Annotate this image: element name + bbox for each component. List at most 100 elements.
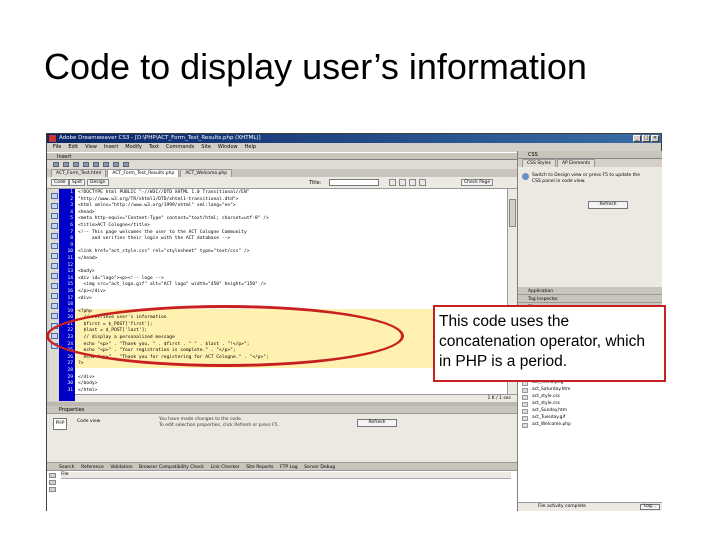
line-number: 31 bbox=[67, 387, 73, 393]
code-line[interactable]: <body> bbox=[75, 269, 507, 276]
info-icon[interactable] bbox=[49, 487, 56, 492]
code-line[interactable]: <link href="act_style.css" rel="styleshe… bbox=[75, 249, 507, 256]
code-line[interactable]: and verifies their login with the ACT da… bbox=[75, 236, 507, 243]
minimize-button[interactable]: _ bbox=[633, 135, 641, 142]
toolbar-icon[interactable] bbox=[113, 162, 119, 167]
toolbar-icon[interactable] bbox=[63, 162, 69, 167]
line-number: 1 bbox=[70, 190, 73, 195]
file-list-item[interactable]: act_Saturday.htm bbox=[532, 387, 570, 393]
line-numbers-icon[interactable] bbox=[51, 253, 58, 259]
refresh-icon[interactable] bbox=[409, 179, 416, 186]
view-options-icon[interactable] bbox=[419, 179, 426, 186]
file-list-item[interactable]: act_Sunday.htm bbox=[532, 408, 567, 414]
css-panel-title: CSS bbox=[528, 152, 538, 158]
toolbar-icon[interactable] bbox=[103, 162, 109, 167]
info-icon bbox=[522, 173, 529, 180]
menu-edit[interactable]: Edit bbox=[68, 143, 78, 151]
menu-file[interactable]: File bbox=[53, 143, 61, 151]
play-icon[interactable] bbox=[49, 473, 56, 478]
wrap-tag-icon[interactable] bbox=[51, 293, 58, 299]
css-refresh-button[interactable]: Refresh bbox=[588, 201, 628, 209]
open-documents-icon[interactable] bbox=[51, 193, 58, 199]
code-line[interactable]: <title>ACT Cologne</title> bbox=[75, 223, 507, 230]
document-status-bar: 1 K / 1 sec bbox=[75, 394, 517, 402]
tag-inspector-panel-header[interactable]: Tag Inspector bbox=[518, 295, 662, 303]
line-number: 28 bbox=[67, 368, 73, 374]
file-management-icon[interactable] bbox=[389, 179, 396, 186]
line-number: 5 bbox=[70, 216, 73, 222]
properties-refresh-button[interactable]: Refresh bbox=[357, 419, 397, 427]
code-line[interactable]: <html xmlns="http://www.w3.org/1999/xhtm… bbox=[75, 203, 507, 210]
application-panel-header[interactable]: Application bbox=[518, 287, 662, 295]
results-panel: File bbox=[47, 470, 517, 511]
title-label: Title: bbox=[309, 180, 322, 186]
collapse-tag-icon[interactable] bbox=[51, 203, 58, 209]
remove-comment-icon[interactable] bbox=[51, 283, 58, 289]
code-line[interactable]: <img src="act_logo.gif" alt="ACT logo" w… bbox=[75, 282, 507, 289]
maximize-button[interactable]: □ bbox=[642, 135, 650, 142]
document-toolbar: Code Split Design Title: Check Page bbox=[47, 177, 517, 189]
code-line[interactable]: <div> bbox=[75, 296, 507, 303]
tab-welcome[interactable]: ACT_Welcome.php bbox=[180, 169, 233, 177]
line-number-gutter: 1 2 3 4 5 6 7 8 9 10 11 12 13 14 15 16 17 18 19 20 21 22 23 24 2… bbox=[59, 189, 75, 401]
tab-form-test[interactable]: ACT_Form_Test.html bbox=[51, 169, 107, 177]
window-buttons: _ □ × bbox=[633, 135, 659, 142]
preview-icon[interactable] bbox=[399, 179, 406, 186]
line-number: 18 bbox=[67, 302, 73, 308]
menu-modify[interactable]: Modify bbox=[125, 143, 142, 151]
properties-message-line2: To edit selection properties, click Refr… bbox=[159, 423, 280, 428]
toolbar-icon[interactable] bbox=[53, 162, 59, 167]
menu-commands[interactable]: Commands bbox=[166, 143, 194, 151]
file-size-status: 1 K / 1 sec bbox=[487, 396, 511, 401]
properties-header[interactable]: Properties bbox=[47, 406, 517, 414]
split-view-button[interactable]: Split bbox=[69, 179, 85, 186]
insert-bar[interactable]: Insert bbox=[47, 152, 517, 160]
code-line[interactable]: </head> bbox=[75, 256, 507, 263]
code-line[interactable]: </body> bbox=[75, 381, 507, 388]
slide-title: Code to display user’s information bbox=[44, 46, 587, 87]
code-line[interactable]: <!DOCTYPE html PUBLIC "-//W3C//DTD XHTML… bbox=[75, 190, 507, 197]
toolbar-icon[interactable] bbox=[83, 162, 89, 167]
check-page-button[interactable]: Check Page bbox=[461, 179, 494, 186]
file-list-item[interactable]: act_Tuesday.gif bbox=[532, 415, 565, 421]
file-list-item[interactable]: act_style.css bbox=[532, 394, 560, 400]
select-parent-tag-icon[interactable] bbox=[51, 233, 58, 239]
code-line[interactable] bbox=[75, 263, 507, 270]
menu-text[interactable]: Text bbox=[149, 143, 159, 151]
stop-icon[interactable] bbox=[49, 480, 56, 485]
close-button[interactable]: × bbox=[651, 135, 659, 142]
code-line[interactable]: <meta http-equiv="Content-Type" content=… bbox=[75, 216, 507, 223]
css-panel-message: Switch to Design view or press F5 to upd… bbox=[532, 173, 641, 184]
file-list-item[interactable]: act_style.css bbox=[532, 401, 560, 407]
menu-insert[interactable]: Insert bbox=[104, 143, 118, 151]
file-list-item[interactable]: act_Welcome.php bbox=[532, 422, 571, 428]
tab-form-test-results[interactable]: ACT_Form_Test_Results.php bbox=[107, 169, 180, 177]
scrollbar-thumb[interactable] bbox=[509, 199, 516, 227]
log-button[interactable]: Log... bbox=[640, 504, 660, 510]
code-line[interactable]: </p></div> bbox=[75, 289, 507, 296]
file-icon bbox=[522, 395, 528, 400]
toolbar-icon[interactable] bbox=[73, 162, 79, 167]
css-panel-header[interactable]: CSS bbox=[518, 151, 662, 159]
file-icon bbox=[522, 388, 528, 393]
recent-snippets-icon[interactable] bbox=[51, 303, 58, 309]
title-input[interactable] bbox=[329, 179, 379, 186]
toolbar-icon[interactable] bbox=[123, 162, 129, 167]
move-css-icon[interactable] bbox=[51, 313, 58, 319]
balance-braces-icon[interactable] bbox=[51, 243, 58, 249]
menu-view[interactable]: View bbox=[85, 143, 97, 151]
tab-ap-elements[interactable]: AP Elements bbox=[556, 159, 596, 167]
code-view-button[interactable]: Code bbox=[51, 179, 69, 186]
menu-site[interactable]: Site bbox=[201, 143, 211, 151]
collapse-selection-icon[interactable] bbox=[51, 213, 58, 219]
highlight-invalid-icon[interactable] bbox=[51, 263, 58, 269]
file-icon bbox=[522, 423, 528, 428]
menu-window[interactable]: Window bbox=[218, 143, 238, 151]
toolbar-icon[interactable] bbox=[93, 162, 99, 167]
apply-comment-icon[interactable] bbox=[51, 273, 58, 279]
line-number: 10 bbox=[67, 249, 73, 255]
design-view-button[interactable]: Design bbox=[87, 179, 109, 186]
expand-all-icon[interactable] bbox=[51, 223, 58, 229]
menu-help[interactable]: Help bbox=[245, 143, 256, 151]
tab-css-styles[interactable]: CSS Styles bbox=[522, 159, 556, 167]
